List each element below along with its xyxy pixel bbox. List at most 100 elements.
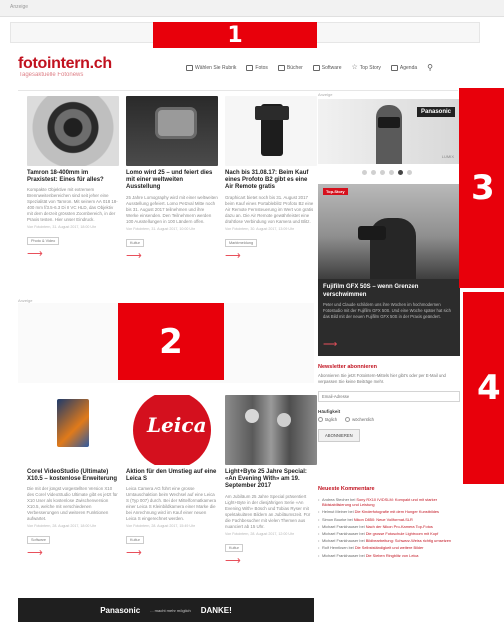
slider-dot[interactable] — [407, 170, 412, 175]
article-card[interactable]: Tamron 18-400mm im Praxistest: Eines für… — [27, 96, 119, 260]
comment-article-link[interactable]: Nach der Nikon Pro-Kamera Top-Fotos — [366, 524, 433, 529]
read-more-arrow-icon[interactable]: ⟶ — [323, 339, 337, 350]
read-more-arrow-icon[interactable]: ⟶ — [225, 555, 317, 566]
read-more-arrow-icon[interactable]: ⟶ — [27, 548, 119, 559]
radio-circle-icon — [345, 417, 351, 423]
article-thumbnail[interactable] — [27, 96, 119, 166]
comment-item: Michael Frankhauser bei Die grosse Fotos… — [318, 531, 462, 536]
slider-dot[interactable] — [362, 170, 367, 175]
main-nav: Wählen Sie Rubrik Fotos Bücher Software … — [186, 63, 433, 72]
annotation-marker-4: 4 — [463, 292, 504, 484]
site-header: fotointern.ch Tagesaktuelle Fotonews Wäh… — [18, 55, 458, 85]
annotation-marker-2: 2 — [118, 303, 224, 380]
article-category-tag[interactable]: Marktmeldung — [225, 238, 258, 247]
comment-article-link[interactable]: Die grosse Fotoschule Lightroom mit Kopf — [366, 531, 438, 536]
article-card[interactable]: Aktion für den Umstieg auf eine Leica S … — [126, 395, 218, 559]
top-story-card[interactable]: Top-Story Fujifilm GFX 50S – wenn Grenze… — [318, 184, 460, 356]
header-divider — [18, 90, 458, 91]
article-thumbnail[interactable] — [27, 395, 119, 465]
ad-brand: Panasonic — [416, 107, 455, 117]
article-thumbnail[interactable] — [225, 96, 317, 166]
annotation-marker-1: 1 — [153, 22, 317, 48]
nav-item-buecher[interactable]: Bücher — [277, 64, 303, 71]
article-title[interactable]: Corel VideoStudio (Ultimate) X10.5 – kos… — [27, 469, 119, 483]
article-date: Von Fotointern, 28. August 2017, 18:00 U… — [27, 524, 97, 529]
article-excerpt: 25 Jahre Lomography wird mit einer weltw… — [126, 194, 218, 224]
article-excerpt: Leica Camera AG führt eine grosse Umtaus… — [126, 486, 217, 522]
slider-dot[interactable] — [380, 170, 385, 175]
article-thumbnail[interactable] — [126, 395, 218, 465]
ad-photo-person — [376, 105, 402, 164]
article-thumbnail[interactable] — [225, 395, 317, 465]
comment-article-link[interactable]: Die Kinderfotografie mit dem Hunger Kuns… — [355, 509, 439, 514]
article-excerpt: Am Jubiläum 25 Jahre Special präsentiert… — [225, 493, 311, 529]
read-more-arrow-icon[interactable]: ⟶ — [126, 250, 218, 261]
comment-author: Michael Frankhauser — [322, 531, 359, 537]
newsletter-widget: Newsletter abonnieren Abonnieren Sie jet… — [318, 364, 462, 443]
comment-author: Rolf Henriksen — [322, 545, 348, 551]
comment-separator: bei — [358, 523, 366, 529]
article-card[interactable]: Light+Byte 25 Jahre Special: «An Evening… — [225, 395, 317, 566]
software-icon — [312, 64, 320, 71]
article-category-tag[interactable]: Kultur — [126, 238, 144, 247]
article-category-tag[interactable]: Software — [27, 536, 50, 545]
nav-item-top-story[interactable]: ☆ Top Story — [352, 64, 381, 71]
nav-item-agenda[interactable]: Agenda — [390, 64, 418, 71]
article-excerpt: Graphicart bietet noch bis 31. August 20… — [225, 194, 314, 224]
radio-weekly[interactable]: wöchentlich — [345, 417, 374, 423]
slider-dot[interactable] — [371, 170, 376, 175]
comment-article-link[interactable]: Nikon D850: Neue Vollformat-SLR — [354, 517, 413, 522]
comments-list: Andrea Stecher bei Sony RX10 IV/DSLM: Ko… — [318, 497, 462, 558]
article-card[interactable]: Nach bis 31.08.17: Beim Kauf eines Profo… — [225, 96, 317, 261]
nav-item-label: Agenda — [399, 64, 418, 71]
site-logo[interactable]: fotointern.ch — [18, 55, 112, 73]
comment-article-link[interactable]: Die Selbstständigkeit und weitere Bilder — [355, 545, 424, 550]
comment-author: Simon Bourke — [322, 516, 347, 522]
comment-article-link[interactable]: Bildbearbeitung: Schwarz-Weiss richtig u… — [366, 538, 451, 543]
article-category-tag[interactable]: Kultur — [126, 536, 144, 545]
slider-dot[interactable] — [398, 170, 403, 175]
ad-product: LUMIX — [441, 154, 454, 159]
comment-separator: bei — [358, 538, 366, 544]
annotation-marker-3: 3 — [459, 88, 504, 288]
slider-dot[interactable] — [389, 170, 394, 175]
article-title[interactable]: Aktion für den Umstieg auf eine Leica S — [126, 469, 218, 483]
comment-item: Michael Frankhauser bei Die Sieben Ringb… — [318, 553, 462, 558]
article-category-tag[interactable]: Photo & Video — [27, 237, 60, 246]
footer-ad-banner[interactable]: Panasonic ... macht mehr möglich DANKE! — [18, 598, 314, 622]
nav-item-software[interactable]: Software — [312, 64, 342, 71]
recent-comments-widget: Neueste Kommentare Andrea Stecher bei So… — [318, 486, 462, 560]
article-title[interactable]: Nach bis 31.08.17: Beim Kauf eines Profo… — [225, 170, 317, 192]
email-field[interactable] — [318, 391, 460, 402]
read-more-arrow-icon[interactable]: ⟶ — [225, 250, 317, 261]
newsletter-title: Newsletter abonnieren — [318, 364, 377, 370]
nav-item-label: Bücher — [286, 64, 303, 71]
subscribe-button[interactable]: ABONNIEREN — [318, 429, 360, 443]
comment-separator: bei — [347, 545, 355, 551]
comment-separator: bei — [358, 531, 366, 537]
article-title[interactable]: Tamron 18-400mm im Praxistest: Eines für… — [27, 170, 119, 184]
article-card[interactable]: Lomo wird 25 – und feiert dies mit einer… — [126, 96, 218, 261]
comment-article-link[interactable]: Die Sieben Ringblitz von Leica — [366, 553, 419, 558]
article-title[interactable]: Lomo wird 25 – und feiert dies mit einer… — [126, 170, 218, 192]
radio-label: täglich — [325, 417, 338, 422]
top-story-title[interactable]: Fujifilm GFX 50S – wenn Grenzen verschwi… — [323, 284, 455, 299]
article-thumbnail[interactable] — [126, 96, 218, 166]
comment-separator: bei — [346, 516, 354, 522]
comment-author: Michael Frankhauser — [322, 552, 359, 558]
radio-daily[interactable]: täglich — [318, 417, 338, 423]
nav-item-rubrik[interactable]: Wählen Sie Rubrik — [186, 64, 236, 71]
nav-item-fotos[interactable]: Fotos — [246, 64, 268, 71]
sidebar-ad-banner[interactable]: Panasonic LUMIX — [318, 99, 460, 164]
article-category-tag[interactable]: Kultur — [225, 543, 243, 552]
read-more-arrow-icon[interactable]: ⟶ — [126, 548, 218, 559]
top-story-photo[interactable] — [318, 184, 460, 279]
article-title[interactable]: Light+Byte 25 Jahre Special: «An Evening… — [225, 469, 317, 491]
article-card[interactable]: Corel VideoStudio (Ultimate) X10.5 – kos… — [27, 395, 119, 559]
interval-label: Häufigkeit — [318, 409, 341, 414]
search-icon[interactable]: ⚲ — [427, 63, 433, 72]
footer-ad-thanks: DANKE! — [200, 605, 232, 615]
comment-author: Michael Frankhauser — [322, 523, 359, 529]
slider-dots — [362, 170, 412, 175]
read-more-arrow-icon[interactable]: ⟶ — [27, 249, 119, 260]
